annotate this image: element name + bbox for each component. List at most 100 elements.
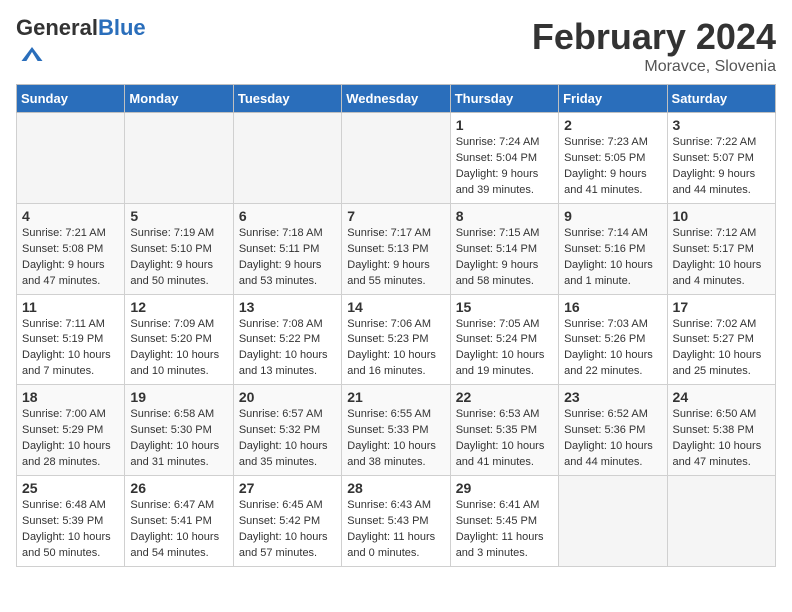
day-number: 20 xyxy=(239,389,336,405)
day-info: Sunrise: 7:18 AMSunset: 5:11 PMDaylight:… xyxy=(239,226,336,290)
calendar-cell: 29 Sunrise: 6:41 AMSunset: 5:45 PMDayligh… xyxy=(450,476,558,567)
calendar-cell: 12 Sunrise: 7:09 AMSunset: 5:20 PMDayligh… xyxy=(125,294,233,385)
day-number: 8 xyxy=(456,208,553,224)
day-info: Sunrise: 7:14 AMSunset: 5:16 PMDaylight:… xyxy=(564,226,661,290)
day-info: Sunrise: 6:58 AMSunset: 5:30 PMDaylight:… xyxy=(130,407,227,471)
day-number: 5 xyxy=(130,208,227,224)
day-number: 3 xyxy=(673,117,770,133)
calendar-cell: 28Sunrise: 6:43 AMSunset: 5:43 PMDayligh… xyxy=(342,476,450,567)
day-number: 22 xyxy=(456,389,553,405)
calendar-cell: 15 Sunrise: 7:05 AMSunset: 5:24 PMDayligh… xyxy=(450,294,558,385)
day-number: 16 xyxy=(564,299,661,315)
calendar-cell: 26 Sunrise: 6:47 AMSunset: 5:41 PMDayligh… xyxy=(125,476,233,567)
calendar-cell xyxy=(233,113,341,204)
calendar-cell xyxy=(559,476,667,567)
calendar-cell: 4 Sunrise: 7:21 AMSunset: 5:08 PMDaylight… xyxy=(17,203,125,294)
calendar-cell: 1 Sunrise: 7:24 AMSunset: 5:04 PMDaylight… xyxy=(450,113,558,204)
calendar-cell: 9 Sunrise: 7:14 AMSunset: 5:16 PMDaylight… xyxy=(559,203,667,294)
logo-general: General xyxy=(16,15,98,40)
day-info: Sunrise: 7:09 AMSunset: 5:20 PMDaylight:… xyxy=(130,317,227,381)
day-number: 1 xyxy=(456,117,553,133)
calendar-cell: 21 Sunrise: 6:55 AMSunset: 5:33 PMDayligh… xyxy=(342,385,450,476)
calendar-cell xyxy=(17,113,125,204)
day-number: 25 xyxy=(22,480,119,496)
day-number: 2 xyxy=(564,117,661,133)
calendar-cell: 11Sunrise: 7:11 AMSunset: 5:19 PMDayligh… xyxy=(17,294,125,385)
day-info: Sunrise: 6:47 AMSunset: 5:41 PMDaylight:… xyxy=(130,498,227,562)
calendar-week-row: 25 Sunrise: 6:48 AMSunset: 5:39 PMDayligh… xyxy=(17,476,776,567)
calendar-cell: 5 Sunrise: 7:19 AMSunset: 5:10 PMDaylight… xyxy=(125,203,233,294)
day-number: 15 xyxy=(456,299,553,315)
day-number: 29 xyxy=(456,480,553,496)
day-info: Sunrise: 7:24 AMSunset: 5:04 PMDaylight:… xyxy=(456,135,553,199)
calendar-cell: 17Sunrise: 7:02 AMSunset: 5:27 PMDayligh… xyxy=(667,294,775,385)
day-number: 9 xyxy=(564,208,661,224)
logo: GeneralBlue xyxy=(16,16,146,68)
calendar-cell: 18 Sunrise: 7:00 AMSunset: 5:29 PMDayligh… xyxy=(17,385,125,476)
calendar-cell: 2 Sunrise: 7:23 AMSunset: 5:05 PMDaylight… xyxy=(559,113,667,204)
day-info: Sunrise: 6:57 AMSunset: 5:32 PMDaylight:… xyxy=(239,407,336,471)
column-header-monday: Monday xyxy=(125,85,233,113)
day-info: Sunrise: 6:41 AMSunset: 5:45 PMDaylight:… xyxy=(456,498,553,562)
day-info: Sunrise: 6:55 AMSunset: 5:33 PMDaylight:… xyxy=(347,407,444,471)
calendar-cell: 27 Sunrise: 6:45 AMSunset: 5:42 PMDayligh… xyxy=(233,476,341,567)
calendar-cell: 13 Sunrise: 7:08 AMSunset: 5:22 PMDayligh… xyxy=(233,294,341,385)
logo-icon xyxy=(18,40,46,68)
day-info: Sunrise: 6:53 AMSunset: 5:35 PMDaylight:… xyxy=(456,407,553,471)
day-info: Sunrise: 6:52 AMSunset: 5:36 PMDaylight:… xyxy=(564,407,661,471)
day-number: 12 xyxy=(130,299,227,315)
calendar-cell: 6Sunrise: 7:18 AMSunset: 5:11 PMDaylight… xyxy=(233,203,341,294)
column-header-saturday: Saturday xyxy=(667,85,775,113)
column-header-friday: Friday xyxy=(559,85,667,113)
month-title: February 2024 xyxy=(532,16,776,58)
day-info: Sunrise: 7:23 AMSunset: 5:05 PMDaylight:… xyxy=(564,135,661,199)
day-number: 4 xyxy=(22,208,119,224)
calendar-cell: 7 Sunrise: 7:17 AMSunset: 5:13 PMDaylight… xyxy=(342,203,450,294)
logo-blue: Blue xyxy=(98,15,146,40)
calendar-table: SundayMondayTuesdayWednesdayThursdayFrid… xyxy=(16,84,776,567)
day-number: 7 xyxy=(347,208,444,224)
calendar-cell xyxy=(342,113,450,204)
day-number: 21 xyxy=(347,389,444,405)
day-info: Sunrise: 7:19 AMSunset: 5:10 PMDaylight:… xyxy=(130,226,227,290)
day-info: Sunrise: 6:45 AMSunset: 5:42 PMDaylight:… xyxy=(239,498,336,562)
day-info: Sunrise: 7:12 AMSunset: 5:17 PMDaylight:… xyxy=(673,226,770,290)
calendar-cell xyxy=(667,476,775,567)
calendar-cell xyxy=(125,113,233,204)
calendar-cell: 20 Sunrise: 6:57 AMSunset: 5:32 PMDayligh… xyxy=(233,385,341,476)
calendar-cell: 23Sunrise: 6:52 AMSunset: 5:36 PMDayligh… xyxy=(559,385,667,476)
day-info: Sunrise: 7:08 AMSunset: 5:22 PMDaylight:… xyxy=(239,317,336,381)
calendar-cell: 10 Sunrise: 7:12 AMSunset: 5:17 PMDayligh… xyxy=(667,203,775,294)
day-number: 10 xyxy=(673,208,770,224)
day-info: Sunrise: 6:48 AMSunset: 5:39 PMDaylight:… xyxy=(22,498,119,562)
day-info: Sunrise: 7:05 AMSunset: 5:24 PMDaylight:… xyxy=(456,317,553,381)
column-header-wednesday: Wednesday xyxy=(342,85,450,113)
day-number: 26 xyxy=(130,480,227,496)
day-info: Sunrise: 7:22 AMSunset: 5:07 PMDaylight:… xyxy=(673,135,770,199)
column-header-sunday: Sunday xyxy=(17,85,125,113)
calendar-cell: 8 Sunrise: 7:15 AMSunset: 5:14 PMDaylight… xyxy=(450,203,558,294)
calendar-cell: 16 Sunrise: 7:03 AMSunset: 5:26 PMDayligh… xyxy=(559,294,667,385)
title-block: February 2024 Moravce, Slovenia xyxy=(532,16,776,76)
day-number: 27 xyxy=(239,480,336,496)
calendar-week-row: 1 Sunrise: 7:24 AMSunset: 5:04 PMDaylight… xyxy=(17,113,776,204)
calendar-cell: 24Sunrise: 6:50 AMSunset: 5:38 PMDayligh… xyxy=(667,385,775,476)
day-number: 14 xyxy=(347,299,444,315)
calendar-week-row: 18 Sunrise: 7:00 AMSunset: 5:29 PMDayligh… xyxy=(17,385,776,476)
day-number: 17 xyxy=(673,299,770,315)
day-info: Sunrise: 7:00 AMSunset: 5:29 PMDaylight:… xyxy=(22,407,119,471)
day-number: 24 xyxy=(673,389,770,405)
day-info: Sunrise: 7:06 AMSunset: 5:23 PMDaylight:… xyxy=(347,317,444,381)
calendar-cell: 22 Sunrise: 6:53 AMSunset: 5:35 PMDayligh… xyxy=(450,385,558,476)
calendar-cell: 3 Sunrise: 7:22 AMSunset: 5:07 PMDaylight… xyxy=(667,113,775,204)
calendar-cell: 14 Sunrise: 7:06 AMSunset: 5:23 PMDayligh… xyxy=(342,294,450,385)
day-info: Sunrise: 7:03 AMSunset: 5:26 PMDaylight:… xyxy=(564,317,661,381)
day-info: Sunrise: 6:43 AMSunset: 5:43 PMDaylight:… xyxy=(347,498,444,562)
day-number: 18 xyxy=(22,389,119,405)
page-header: GeneralBlue February 2024 Moravce, Slove… xyxy=(16,16,776,76)
day-info: Sunrise: 7:17 AMSunset: 5:13 PMDaylight:… xyxy=(347,226,444,290)
day-number: 13 xyxy=(239,299,336,315)
day-info: Sunrise: 7:15 AMSunset: 5:14 PMDaylight:… xyxy=(456,226,553,290)
day-info: Sunrise: 7:21 AMSunset: 5:08 PMDaylight:… xyxy=(22,226,119,290)
calendar-cell: 25 Sunrise: 6:48 AMSunset: 5:39 PMDayligh… xyxy=(17,476,125,567)
